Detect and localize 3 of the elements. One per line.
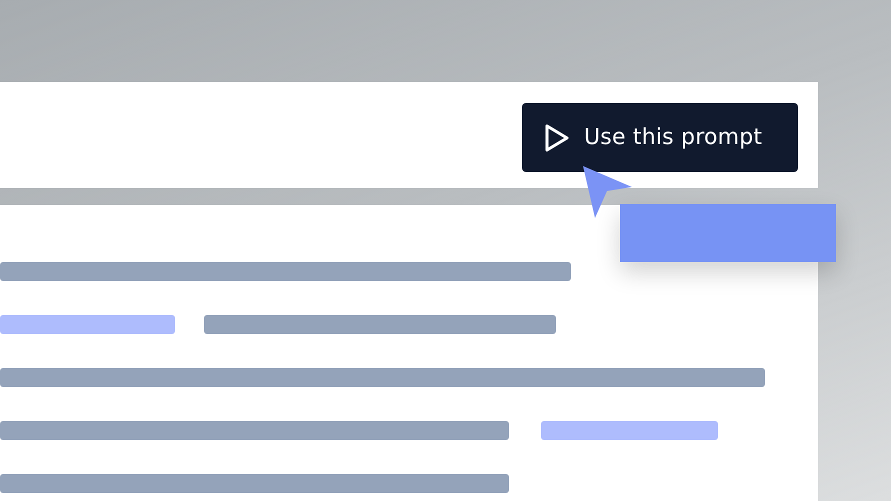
cursor-icon xyxy=(580,164,634,220)
use-prompt-button[interactable]: Use this prompt xyxy=(522,103,798,172)
play-icon xyxy=(544,122,570,152)
